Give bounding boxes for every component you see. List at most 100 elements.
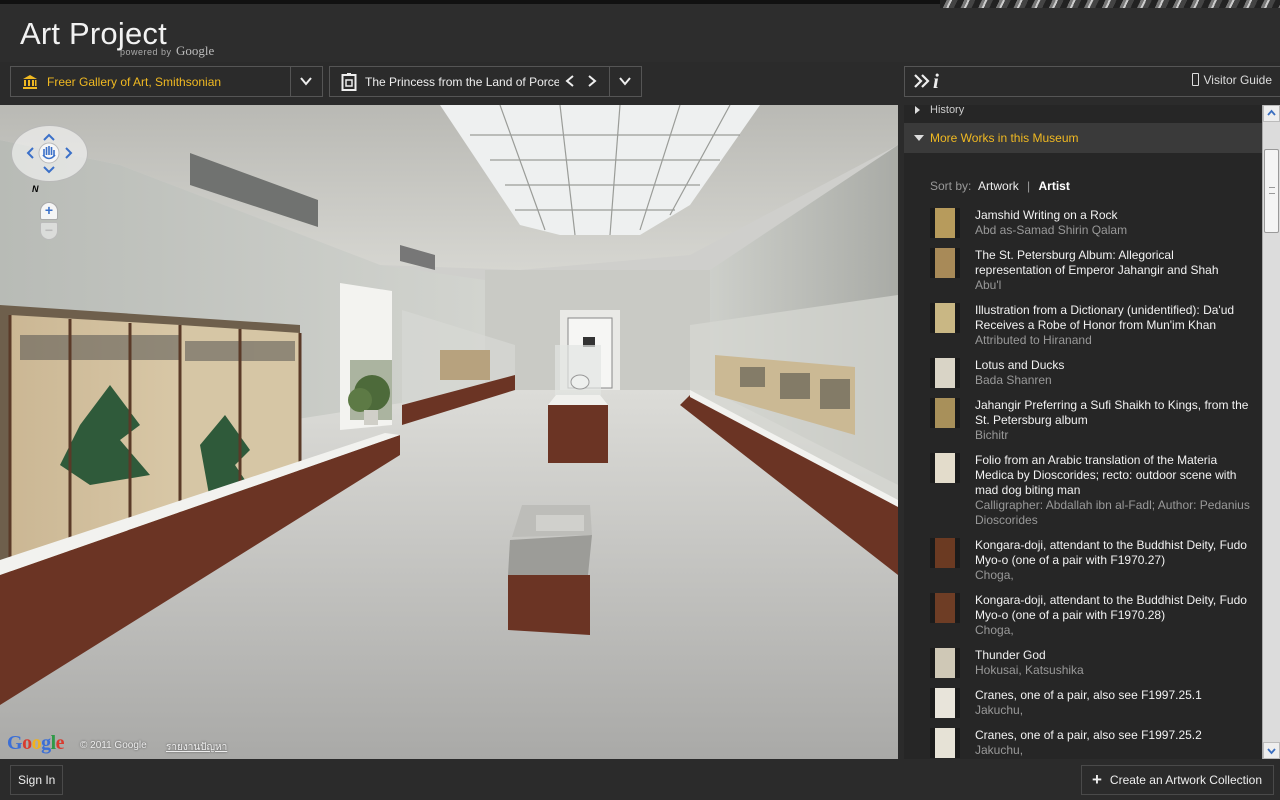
artwork-thumbnail[interactable] [930, 358, 960, 388]
art-project-app: Art Project powered by Google Freer Gall… [0, 0, 1280, 800]
work-title[interactable]: Thunder God [975, 648, 1250, 663]
work-title[interactable]: Jahangir Preferring a Sufi Shaikh to Kin… [975, 398, 1250, 428]
scroll-up-button[interactable] [1263, 105, 1280, 122]
google-logo[interactable]: Google [7, 732, 65, 755]
info-bar: i Visitor Guide [904, 66, 1280, 97]
artwork-thumbnail[interactable] [930, 248, 960, 278]
history-label: History [930, 105, 965, 116]
work-list-item[interactable]: Cranes, one of a pair, also see F1997.25… [930, 688, 1250, 718]
work-artist: Jakuchu, [975, 743, 1024, 757]
artwork-title: The Princess from the Land of Porcelain [365, 75, 559, 89]
report-problem-link[interactable]: รายงานปัญหา [166, 740, 227, 755]
expand-triangle-icon [915, 106, 920, 114]
work-title[interactable]: Kongara-doji, attendant to the Buddhist … [975, 538, 1250, 568]
scroll-grip [1269, 187, 1275, 194]
visitor-guide-button[interactable]: Visitor Guide [1191, 73, 1272, 87]
info-icon[interactable]: i [933, 69, 939, 94]
chevron-down-icon[interactable] [299, 74, 313, 88]
more-works-label: More Works in this Museum [930, 131, 1079, 145]
info-panel: History More Works in this Museum Sort b… [904, 105, 1262, 759]
work-list-item[interactable]: Thunder God Hokusai, Katsushika [930, 648, 1250, 678]
artwork-frame-icon [341, 73, 357, 91]
arrow-down-icon [1267, 748, 1276, 755]
work-artist: Abd as-Samad Shirin Qalam [975, 223, 1128, 237]
artwork-thumbnail[interactable] [930, 453, 960, 483]
work-list-item[interactable]: The St. Petersburg Album: Allegorical re… [930, 248, 1250, 293]
scroll-thumb[interactable] [1264, 149, 1279, 233]
work-artist: Bichitr [975, 428, 1009, 442]
arrow-up-icon [1267, 109, 1276, 116]
pan-arrows-icon[interactable] [11, 125, 88, 182]
artwork-navigator[interactable]: The Princess from the Land of Porcelain [329, 66, 642, 97]
work-list-item[interactable]: Kongara-doji, attendant to the Buddhist … [930, 593, 1250, 638]
plus-icon: + [1091, 770, 1102, 789]
zoom-out-button[interactable]: − [40, 222, 58, 240]
artwork-thumbnail[interactable] [930, 593, 960, 623]
artwork-thumbnail[interactable] [930, 728, 960, 758]
dropdown-separator [609, 67, 610, 96]
work-title[interactable]: Illustration from a Dictionary (unidenti… [975, 303, 1250, 333]
sort-separator: | [1027, 179, 1031, 193]
scroll-down-button[interactable] [1263, 742, 1280, 759]
mobile-device-icon [1191, 73, 1199, 86]
museum-icon [23, 75, 37, 89]
work-title[interactable]: Folio from an Arabic translation of the … [975, 453, 1250, 498]
work-artist: Hokusai, Katsushika [975, 663, 1084, 677]
work-title[interactable]: Cranes, one of a pair, also see F1997.25… [975, 728, 1250, 743]
create-collection-label: Create an Artwork Collection [1109, 773, 1262, 787]
artwork-thumbnail[interactable] [930, 648, 960, 678]
header-decorative-art [940, 0, 1280, 8]
copyright-notice: © 2011 Google [80, 740, 147, 751]
artwork-thumbnail[interactable] [930, 303, 960, 333]
work-artist: Jakuchu, [975, 703, 1024, 717]
artwork-thumbnail[interactable] [930, 688, 960, 718]
work-list-item[interactable]: Kongara-doji, attendant to the Buddhist … [930, 538, 1250, 583]
sort-by-artwork-link[interactable]: Artwork [978, 179, 1019, 193]
footer: Sign In + Create an Artwork Collection [0, 759, 1280, 800]
history-section-toggle[interactable]: History [904, 105, 1262, 120]
zoom-in-button[interactable]: + [40, 202, 58, 220]
sort-label: Sort by: [930, 179, 972, 193]
more-works-section-toggle[interactable]: More Works in this Museum [904, 123, 1262, 153]
header: Art Project powered by Google [0, 0, 1280, 62]
panel-scrollbar[interactable] [1262, 105, 1280, 759]
work-artist: Choga, [975, 623, 1014, 637]
work-list-item[interactable]: Cranes, one of a pair, also see F1997.25… [930, 728, 1250, 758]
work-title[interactable]: Lotus and Ducks [975, 358, 1250, 373]
google-logo-text: Google [176, 43, 215, 58]
pan-control[interactable] [11, 125, 88, 182]
work-artist: Abu'l [975, 278, 1002, 292]
museum-selector[interactable]: Freer Gallery of Art, Smithsonian [10, 66, 323, 97]
work-artist: Attributed to Hiranand [975, 333, 1092, 347]
collapse-panel-icon[interactable] [913, 73, 931, 89]
museum-name: Freer Gallery of Art, Smithsonian [47, 75, 222, 89]
sort-by-artist-link[interactable]: Artist [1039, 179, 1070, 193]
work-list-item[interactable]: Lotus and Ducks Bada Shanren [930, 358, 1250, 388]
artwork-thumbnail[interactable] [930, 538, 960, 568]
previous-artwork-icon[interactable] [563, 74, 577, 88]
work-list-item[interactable]: Jamshid Writing on a Rock Abd as-Samad Sh… [930, 208, 1250, 238]
collapse-triangle-icon [914, 135, 924, 141]
work-artist: Calligrapher: Abdallah ibn al-Fadl; Auth… [975, 498, 1250, 527]
compass-north-label: N [32, 184, 39, 194]
chevron-down-icon[interactable] [618, 74, 632, 88]
dropdown-separator [290, 67, 291, 96]
powered-by-label: powered by [120, 47, 172, 57]
create-collection-button[interactable]: + Create an Artwork Collection [1080, 765, 1274, 795]
work-artist: Choga, [975, 568, 1014, 582]
work-title[interactable]: Cranes, one of a pair, also see F1997.25… [975, 688, 1250, 703]
work-list-item[interactable]: Illustration from a Dictionary (unidenti… [930, 303, 1250, 348]
artwork-thumbnail[interactable] [930, 398, 960, 428]
work-list-item[interactable]: Jahangir Preferring a Sufi Shaikh to Kin… [930, 398, 1250, 443]
work-title[interactable]: Jamshid Writing on a Rock [975, 208, 1250, 223]
more-works-list: Jamshid Writing on a Rock Abd as-Samad Sh… [930, 208, 1250, 759]
sort-controls: Sort by: Artwork | Artist [930, 179, 1070, 193]
next-artwork-icon[interactable] [585, 74, 599, 88]
sign-in-button[interactable]: Sign In [10, 765, 64, 795]
work-artist: Bada Shanren [975, 373, 1052, 387]
work-list-item[interactable]: Folio from an Arabic translation of the … [930, 453, 1250, 528]
artwork-thumbnail[interactable] [930, 208, 960, 238]
gallery-street-view[interactable]: N + − Google © 2011 Google รายงานปัญหา [0, 105, 898, 759]
work-title[interactable]: The St. Petersburg Album: Allegorical re… [975, 248, 1250, 278]
work-title[interactable]: Kongara-doji, attendant to the Buddhist … [975, 593, 1250, 623]
